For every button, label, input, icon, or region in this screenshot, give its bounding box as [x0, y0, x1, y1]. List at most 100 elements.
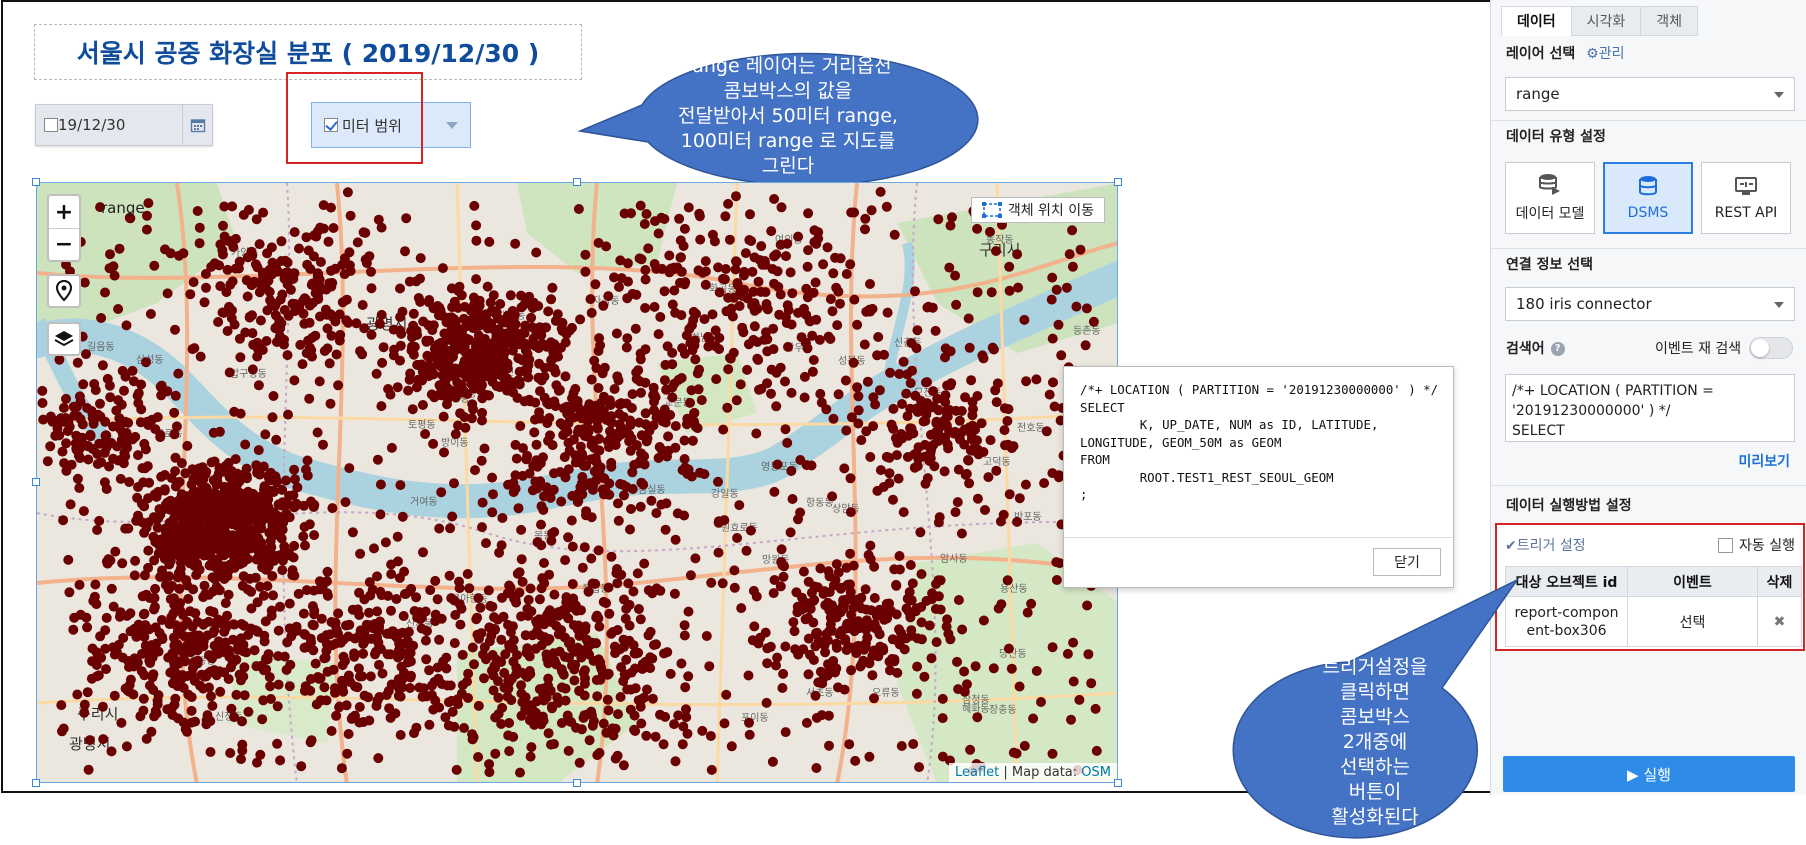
toilet-marker[interactable]: [214, 666, 225, 677]
toilet-marker[interactable]: [340, 656, 350, 666]
toilet-marker[interactable]: [530, 397, 541, 408]
toilet-marker[interactable]: [445, 523, 456, 534]
toilet-marker[interactable]: [448, 351, 458, 362]
toilet-marker[interactable]: [777, 683, 788, 693]
toilet-marker[interactable]: [210, 617, 221, 628]
toilet-marker[interactable]: [640, 265, 651, 275]
toilet-marker[interactable]: [457, 387, 468, 398]
toilet-marker[interactable]: [841, 425, 852, 436]
toilet-marker[interactable]: [860, 213, 871, 224]
toilet-marker[interactable]: [663, 431, 674, 442]
toilet-marker[interactable]: [749, 621, 760, 632]
toilet-marker[interactable]: [836, 582, 847, 593]
toilet-marker[interactable]: [262, 581, 273, 592]
toilet-marker[interactable]: [780, 727, 791, 738]
toilet-marker[interactable]: [481, 538, 491, 549]
toilet-marker[interactable]: [236, 633, 247, 644]
data-model-button[interactable]: 데이터 모델: [1505, 162, 1595, 234]
toilet-marker[interactable]: [892, 437, 903, 448]
toilet-marker[interactable]: [295, 339, 306, 350]
toilet-marker[interactable]: [301, 232, 312, 243]
chevron-down-icon[interactable]: [446, 121, 458, 129]
toilet-marker[interactable]: [162, 704, 173, 715]
toilet-marker[interactable]: [786, 319, 797, 330]
toilet-marker[interactable]: [640, 419, 651, 430]
toilet-marker[interactable]: [988, 663, 999, 674]
toilet-marker[interactable]: [181, 575, 192, 586]
toilet-marker[interactable]: [319, 682, 330, 693]
toilet-marker[interactable]: [525, 583, 536, 594]
toilet-marker[interactable]: [511, 597, 522, 608]
toilet-marker[interactable]: [154, 627, 165, 638]
toilet-marker[interactable]: [1051, 557, 1062, 568]
toilet-marker[interactable]: [721, 689, 732, 700]
toilet-marker[interactable]: [783, 341, 793, 352]
toilet-marker[interactable]: [1075, 244, 1086, 255]
toilet-marker[interactable]: [104, 461, 114, 472]
toilet-marker[interactable]: [37, 385, 48, 396]
toilet-marker[interactable]: [569, 675, 580, 686]
toilet-marker[interactable]: [901, 603, 912, 614]
toilet-marker[interactable]: [452, 368, 463, 379]
toilet-marker[interactable]: [377, 357, 388, 368]
toilet-marker[interactable]: [188, 277, 199, 288]
toilet-marker[interactable]: [521, 364, 532, 374]
toilet-marker[interactable]: [151, 708, 162, 719]
toilet-marker[interactable]: [679, 510, 690, 521]
toilet-marker[interactable]: [788, 617, 799, 628]
toilet-marker[interactable]: [922, 473, 933, 484]
toilet-marker[interactable]: [508, 731, 519, 742]
toilet-marker[interactable]: [1003, 439, 1013, 450]
toilet-marker[interactable]: [563, 437, 574, 448]
toilet-marker[interactable]: [247, 364, 258, 375]
toilet-marker[interactable]: [361, 258, 372, 269]
toilet-marker[interactable]: [252, 597, 263, 608]
toilet-marker[interactable]: [1021, 376, 1032, 387]
toilet-marker[interactable]: [709, 236, 720, 247]
toilet-marker[interactable]: [479, 334, 490, 344]
toilet-marker[interactable]: [667, 392, 678, 403]
toilet-marker[interactable]: [424, 665, 435, 676]
manage-link[interactable]: ⚙관리: [1586, 46, 1624, 62]
toilet-marker[interactable]: [803, 245, 814, 256]
toilet-marker[interactable]: [517, 576, 528, 587]
toilet-marker[interactable]: [484, 236, 495, 247]
toilet-marker[interactable]: [526, 312, 537, 323]
toilet-marker[interactable]: [374, 659, 384, 670]
toilet-marker[interactable]: [679, 348, 690, 359]
toilet-marker[interactable]: [640, 274, 651, 285]
toilet-marker[interactable]: [390, 631, 401, 642]
toilet-marker[interactable]: [891, 450, 902, 461]
toilet-marker[interactable]: [603, 705, 614, 716]
toilet-marker[interactable]: [121, 741, 132, 752]
toilet-marker[interactable]: [801, 717, 812, 728]
toilet-marker[interactable]: [596, 664, 607, 675]
toilet-marker[interactable]: [1064, 249, 1075, 260]
toilet-marker[interactable]: [679, 279, 690, 290]
toilet-marker[interactable]: [869, 593, 880, 603]
toilet-marker[interactable]: [502, 588, 513, 599]
toilet-marker[interactable]: [263, 504, 273, 515]
toilet-marker[interactable]: [502, 691, 513, 702]
toilet-marker[interactable]: [412, 612, 423, 623]
toilet-marker[interactable]: [1036, 697, 1046, 707]
toilet-marker[interactable]: [422, 626, 432, 636]
toilet-marker[interactable]: [102, 373, 113, 384]
toilet-marker[interactable]: [865, 540, 876, 551]
toilet-marker[interactable]: [386, 605, 396, 616]
toilet-marker[interactable]: [282, 267, 293, 278]
toilet-marker[interactable]: [474, 295, 485, 306]
toilet-marker[interactable]: [563, 532, 574, 543]
resize-handle[interactable]: [32, 779, 40, 787]
toilet-marker[interactable]: [318, 439, 328, 450]
toilet-marker[interactable]: [435, 337, 446, 348]
toilet-marker[interactable]: [568, 593, 579, 604]
toilet-marker[interactable]: [769, 486, 780, 497]
toilet-marker[interactable]: [510, 439, 521, 450]
toilet-marker[interactable]: [444, 570, 455, 581]
toilet-marker[interactable]: [575, 314, 586, 325]
toilet-marker[interactable]: [683, 202, 694, 213]
toilet-marker[interactable]: [72, 473, 83, 484]
toilet-marker[interactable]: [756, 241, 767, 252]
toilet-marker[interactable]: [556, 496, 567, 507]
